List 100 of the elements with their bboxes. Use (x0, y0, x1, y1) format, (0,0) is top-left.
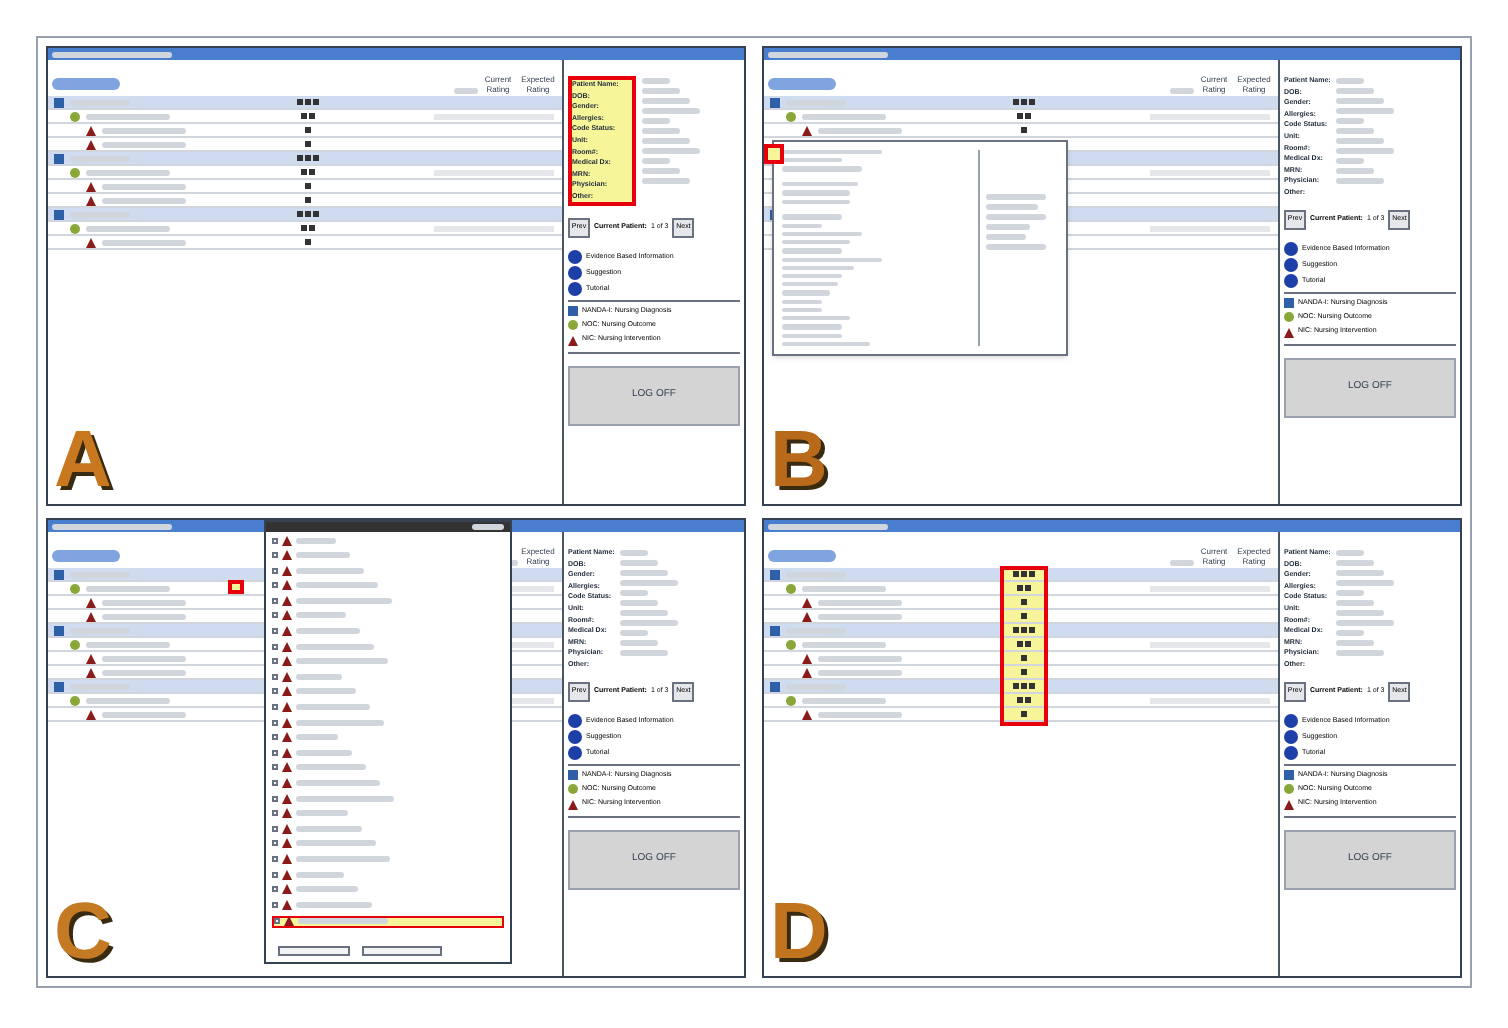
triangle-icon (568, 335, 578, 346)
patient-field-value (642, 148, 700, 154)
action-icons[interactable] (1020, 710, 1028, 718)
checkbox[interactable] (272, 719, 278, 726)
checkbox[interactable] (272, 658, 278, 665)
blurred-text (782, 166, 862, 172)
action-icons[interactable] (300, 112, 316, 120)
patient-field-value (1336, 570, 1385, 576)
circle-icon (568, 320, 578, 331)
action-icons[interactable] (1016, 584, 1032, 592)
blurred-text (782, 223, 822, 228)
patient-field-value (620, 640, 659, 646)
list-item-text (296, 582, 378, 589)
window-title (768, 523, 888, 529)
patient-field-value (620, 560, 659, 566)
patient-field-value (642, 128, 680, 134)
action-icons[interactable] (1012, 570, 1036, 578)
blurred-text (782, 290, 830, 296)
toolbar-button[interactable] (52, 550, 120, 562)
blurred-text (986, 194, 1046, 200)
patient-field-value (1336, 610, 1385, 616)
checkbox[interactable] (272, 582, 278, 589)
checkbox[interactable] (272, 704, 278, 711)
checkbox[interactable] (272, 673, 278, 680)
toolbar-button[interactable] (768, 78, 836, 90)
patient-field-value (620, 630, 649, 636)
circle-icon (1284, 784, 1294, 795)
list-item-text (296, 704, 370, 711)
blurred-text (782, 282, 838, 287)
list-item-text (296, 597, 392, 604)
patient-field-value (620, 610, 669, 616)
action-icons[interactable] (1012, 98, 1036, 106)
blurred-text (782, 248, 842, 254)
blurred-text (986, 244, 1046, 250)
action-icons[interactable] (296, 98, 320, 106)
checkbox[interactable] (272, 840, 278, 847)
checkbox[interactable] (272, 612, 278, 619)
action-icons[interactable] (1012, 626, 1036, 634)
list-item-text (296, 612, 346, 619)
square-icon (568, 306, 578, 317)
blurred-text (986, 204, 1038, 210)
patient-field-value (1336, 98, 1385, 104)
patient-field-value (642, 138, 690, 144)
blurred-text (986, 224, 1030, 230)
blurred-text (782, 307, 822, 313)
action-icons[interactable] (296, 154, 320, 162)
blurred-text (782, 214, 842, 220)
square-icon (54, 625, 64, 635)
checkbox[interactable] (272, 901, 278, 908)
rating-bar (1150, 113, 1270, 119)
highlight-frame (764, 144, 784, 164)
circle-icon (1284, 312, 1294, 323)
checkbox[interactable] (272, 734, 278, 741)
action-icons[interactable] (1016, 640, 1032, 648)
toolbar-button[interactable] (768, 550, 836, 562)
list-item-text (296, 764, 366, 771)
action-icons[interactable] (1012, 682, 1036, 690)
list-item-text (296, 552, 350, 559)
list-item-text (296, 628, 360, 635)
action-icons[interactable] (304, 238, 312, 246)
square-icon (770, 569, 780, 579)
checkbox[interactable] (272, 597, 278, 604)
checkbox[interactable] (272, 537, 278, 543)
patient-field-value (1336, 168, 1375, 174)
toolbar-button[interactable] (52, 78, 120, 90)
action-icons[interactable] (1016, 696, 1032, 704)
checkbox[interactable] (272, 552, 278, 559)
checkbox[interactable] (272, 825, 278, 832)
blurred-text (986, 234, 1026, 240)
circle-icon (786, 583, 796, 593)
dialog-button[interactable] (278, 946, 350, 956)
checkbox[interactable] (272, 795, 278, 802)
checkbox[interactable] (272, 871, 278, 878)
action-icons[interactable] (1016, 112, 1032, 120)
rating-bar (434, 225, 554, 231)
checkbox[interactable] (272, 643, 278, 650)
patient-field-value (1336, 178, 1385, 184)
circle-icon (786, 639, 796, 649)
patient-field-value (620, 620, 679, 626)
checkbox[interactable] (272, 688, 278, 695)
action-icons[interactable] (300, 224, 316, 232)
action-icons[interactable] (296, 210, 320, 218)
checkbox[interactable] (272, 810, 278, 817)
rating-bar (1150, 225, 1270, 231)
blurred-text (782, 182, 858, 187)
checkbox[interactable] (272, 886, 278, 893)
action-icons[interactable] (300, 168, 316, 176)
dialog-button[interactable] (362, 946, 442, 956)
action-icons[interactable] (1020, 126, 1028, 134)
triangle-icon (568, 799, 578, 810)
checkbox[interactable] (272, 628, 278, 635)
checkbox[interactable] (274, 918, 280, 925)
checkbox[interactable] (272, 764, 278, 771)
checkbox[interactable] (272, 780, 278, 786)
highlight-frame (228, 580, 244, 594)
checkbox[interactable] (272, 749, 278, 756)
checkbox[interactable] (272, 855, 278, 862)
checkbox[interactable] (272, 567, 278, 574)
blurred-text (472, 524, 504, 530)
patient-field-value (1336, 640, 1375, 646)
